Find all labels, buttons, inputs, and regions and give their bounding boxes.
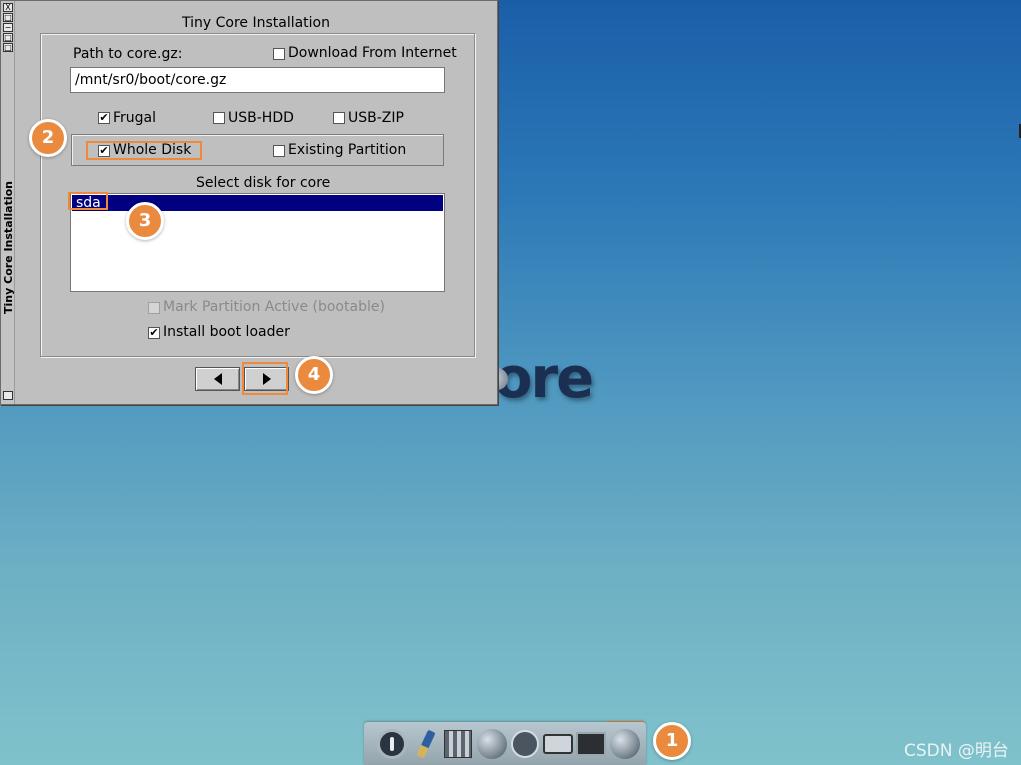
disk-list-item[interactable]: sda <box>72 195 443 211</box>
side-window-title: Tiny Core Installation <box>2 181 15 314</box>
highlight-sda <box>68 192 108 210</box>
run-icon[interactable] <box>509 728 541 760</box>
usb-hdd-label[interactable]: USB-HDD <box>228 110 294 126</box>
window-side-titlebar[interactable]: X □ − □ □ Tiny Core Installation <box>1 1 15 404</box>
existing-partition-checkbox[interactable] <box>273 145 285 157</box>
watermark: CSDN @明台 <box>904 741 1009 761</box>
existing-partition-label[interactable]: Existing Partition <box>288 142 406 158</box>
annotation-badge-1: 1 <box>653 722 691 760</box>
annotation-badge-4: 4 <box>295 356 333 394</box>
terminal-icon[interactable] <box>575 728 607 760</box>
usb-zip-checkbox[interactable] <box>333 112 345 124</box>
frugal-checkbox[interactable]: ✔ <box>98 112 110 124</box>
resize-icon[interactable] <box>3 391 13 400</box>
boot-loader-checkbox[interactable]: ✔ <box>148 327 160 339</box>
minimize-icon[interactable]: − <box>3 23 13 32</box>
close-icon[interactable]: X <box>3 3 13 12</box>
frugal-label[interactable]: Frugal <box>113 110 156 126</box>
usb-hdd-checkbox[interactable] <box>213 112 225 124</box>
annotation-badge-3: 3 <box>126 202 164 240</box>
shade-icon[interactable]: □ <box>3 43 13 52</box>
drive-icon[interactable] <box>542 728 574 760</box>
highlight-whole-disk <box>86 141 202 160</box>
restore-icon[interactable]: □ <box>3 33 13 42</box>
maximize-icon[interactable]: □ <box>3 13 13 22</box>
boot-loader-label[interactable]: Install boot loader <box>163 324 290 340</box>
annotation-badge-2: 2 <box>29 119 67 157</box>
usb-zip-label[interactable]: USB-ZIP <box>348 110 404 126</box>
download-label[interactable]: Download From Internet <box>288 45 457 61</box>
tiny-core-installer-icon[interactable] <box>609 728 641 760</box>
mark-active-label: Mark Partition Active (bootable) <box>163 299 385 315</box>
taskbar-dock <box>364 722 646 765</box>
highlight-next-button <box>242 362 288 395</box>
disk-select-label: Select disk for core <box>196 175 331 191</box>
download-checkbox[interactable] <box>273 48 285 60</box>
paint-brush-icon[interactable] <box>410 728 442 760</box>
disk-listbox[interactable]: sda <box>70 193 445 292</box>
path-input[interactable] <box>70 67 445 93</box>
arrow-left-icon <box>213 373 222 385</box>
power-icon[interactable] <box>376 728 408 760</box>
mark-active-checkbox <box>148 302 160 314</box>
disc-install-icon[interactable] <box>476 728 508 760</box>
apps-grid-icon[interactable] <box>442 728 474 760</box>
back-button[interactable] <box>195 367 240 391</box>
window-title: Tiny Core Installation <box>181 15 330 31</box>
path-label: Path to core.gz: <box>73 46 183 62</box>
